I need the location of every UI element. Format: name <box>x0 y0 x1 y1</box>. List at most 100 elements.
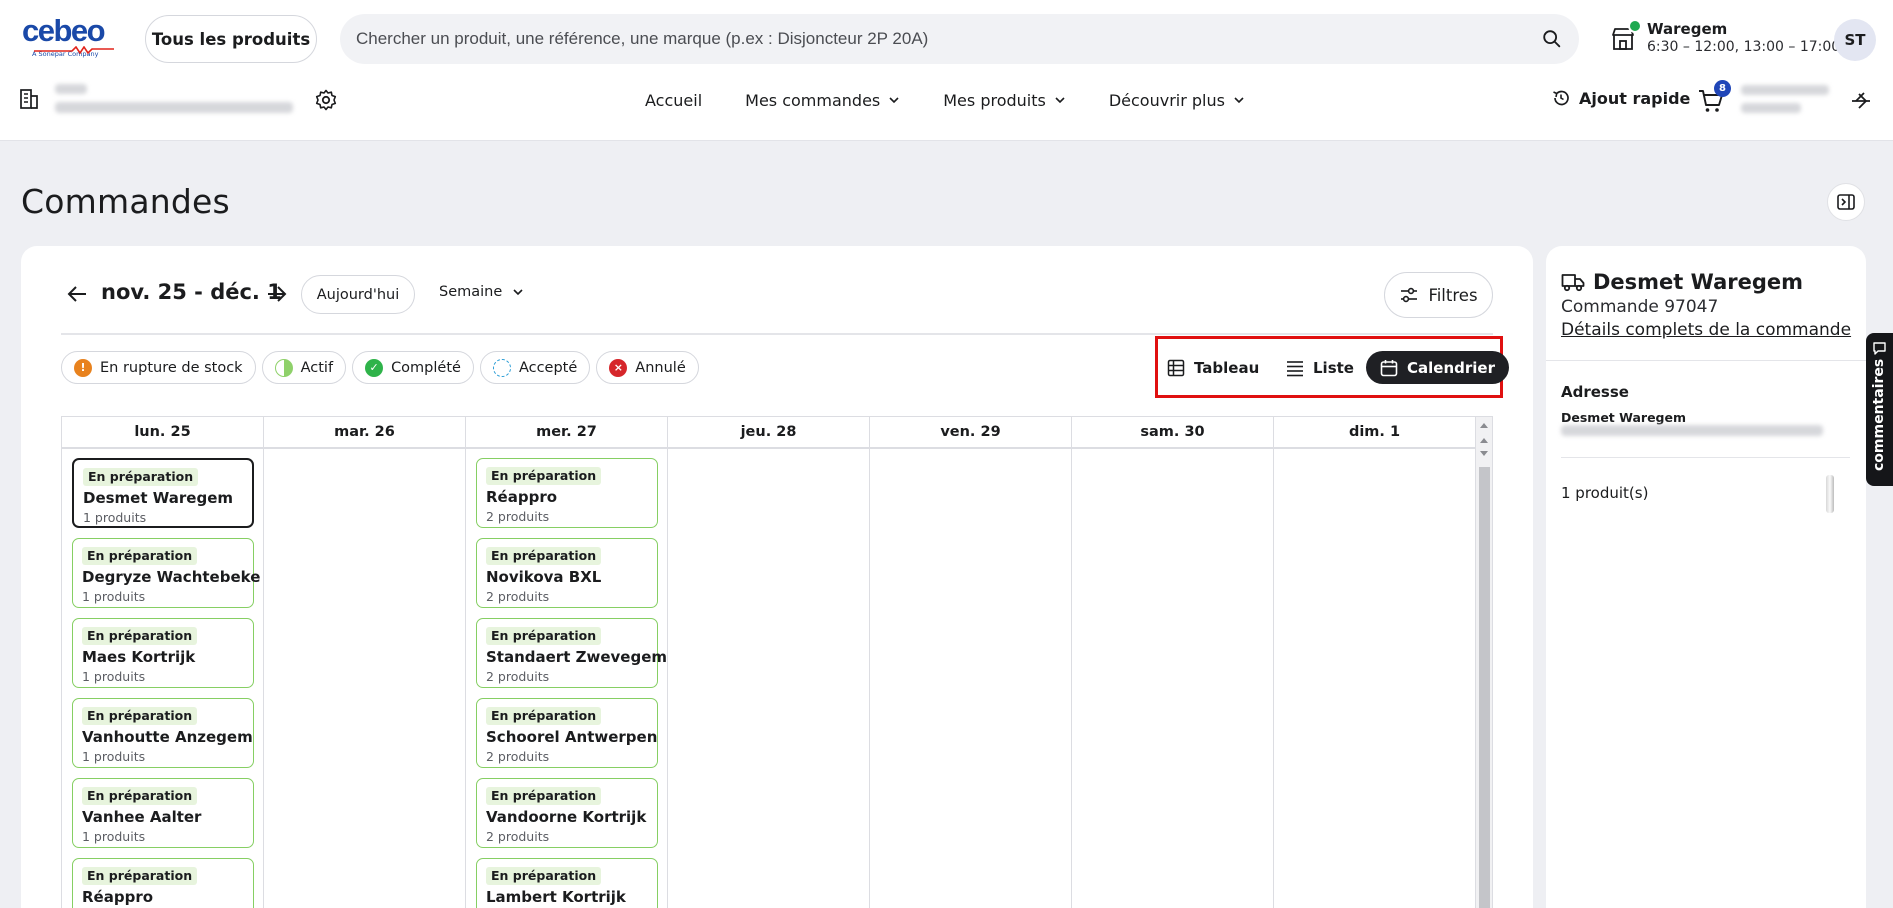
day-column[interactable] <box>870 449 1072 908</box>
legend-active[interactable]: Actif <box>261 351 347 384</box>
today-button[interactable]: Aujourd'hui <box>301 275 415 314</box>
nav-home[interactable]: Accueil <box>645 88 702 112</box>
order-card[interactable]: En préparation Réappro <box>72 858 254 908</box>
period-select-label: Semaine <box>439 284 503 300</box>
comments-tab[interactable]: commentaires <box>1866 333 1893 486</box>
quick-add-label: Ajout rapide <box>1579 88 1691 108</box>
warning-icon: ! <box>74 358 92 377</box>
order-card[interactable]: En préparation Vandoorne Kortrijk 2 produi… <box>476 778 658 848</box>
order-card[interactable]: En préparation Desmet Waregem 1 produits <box>72 458 254 528</box>
day-header: ven. 29 <box>870 417 1072 447</box>
nav-home-label: Accueil <box>645 90 703 110</box>
status-badge: En préparation <box>486 467 602 485</box>
side-panel-title-text: Desmet Waregem <box>1593 270 1803 294</box>
order-product-count: 2 produits <box>486 669 550 684</box>
panel-toggle-button[interactable] <box>1827 183 1865 221</box>
status-badge: En préparation <box>82 707 198 725</box>
day-header: mar. 26 <box>264 417 466 447</box>
order-detail-panel <box>1546 246 1866 908</box>
scroll-up-arrow-icon[interactable] <box>1480 423 1488 428</box>
order-customer-name: Réappro <box>486 488 558 506</box>
period-select[interactable]: Semaine <box>439 284 524 300</box>
cebeo-logo[interactable]: cebeo A Sonepar Company <box>22 15 118 62</box>
order-card[interactable]: En préparation Lambert Kortrijk <box>476 858 658 908</box>
day-header: mer. 27 <box>466 417 668 447</box>
search-bar[interactable] <box>340 14 1579 64</box>
status-badge: En préparation <box>82 867 198 885</box>
order-card[interactable]: En préparation Vanhee Aalter 1 produits <box>72 778 254 848</box>
side-divider <box>1561 457 1850 458</box>
store-hours: 6:30 – 12:00, 13:00 – 17:00 <box>1647 39 1841 55</box>
half-circle-icon <box>274 358 293 377</box>
sidebar-collapse-icon <box>1837 194 1855 210</box>
order-product-count: 1 produits <box>82 829 146 844</box>
view-table-button[interactable]: Tableau <box>1167 351 1259 384</box>
order-card[interactable]: En préparation Maes Kortrijk 1 produits <box>72 618 254 688</box>
order-customer-name: Maes Kortrijk <box>82 648 196 666</box>
scroll-thumb[interactable] <box>1479 467 1490 908</box>
order-card[interactable]: En préparation Schoorel Antwerpen 2 produi… <box>476 698 658 768</box>
order-product-count: 1 produits <box>82 669 146 684</box>
nav-my-orders[interactable]: Mes commandes <box>745 88 900 112</box>
order-card[interactable]: En préparation Vanhoutte Anzegem 1 produit… <box>72 698 254 768</box>
products-count[interactable]: 1 produit(s) <box>1561 484 1648 502</box>
main-navigation: Accueil Mes commandes Mes produits Décou… <box>645 88 1245 112</box>
product-thumbnail <box>1826 475 1834 513</box>
order-product-count: 1 produits <box>83 510 147 525</box>
calendar-day-header: lun. 25 mar. 26 mer. 27 jeu. 28 ven. 29 … <box>62 417 1476 449</box>
day-header: sam. 30 <box>1072 417 1274 447</box>
gear-icon[interactable] <box>314 88 338 112</box>
day-column[interactable]: En préparation Desmet Waregem 1 produits En… <box>62 449 264 908</box>
avatar[interactable]: ST <box>1834 19 1876 61</box>
day-column[interactable] <box>1072 449 1274 908</box>
status-badge: En préparation <box>486 627 602 645</box>
day-column[interactable] <box>668 449 870 908</box>
legend-out-of-stock[interactable]: ! En rupture de stock <box>61 351 256 384</box>
filters-button[interactable]: Filtres <box>1384 272 1493 318</box>
legend-accepted[interactable]: Accepté <box>479 351 591 384</box>
store-name: Waregem <box>1647 20 1728 38</box>
list-icon <box>1287 360 1303 376</box>
nav-discover-more[interactable]: Découvrir plus <box>1109 88 1245 112</box>
calendar-scrollbar[interactable] <box>1476 417 1492 908</box>
previous-week-arrow-icon[interactable] <box>65 282 89 306</box>
order-card[interactable]: En préparation Novikova BXL 2 produits <box>476 538 658 608</box>
order-card[interactable]: En préparation Réappro 2 produits <box>476 458 658 528</box>
order-customer-name: Vandoorne Kortrijk <box>486 808 647 826</box>
nav-my-products-label: Mes produits <box>943 90 1046 110</box>
legend-label: Actif <box>300 359 334 376</box>
legend-completed[interactable]: ✓ Complété <box>352 351 474 384</box>
order-customer-name: Vanhee Aalter <box>82 808 202 826</box>
address-line-redacted <box>1561 425 1823 436</box>
view-calendar-button[interactable]: Calendrier <box>1366 351 1509 384</box>
legend-cancelled[interactable]: × Annulé <box>596 351 699 384</box>
next-week-arrow-icon[interactable] <box>265 282 289 306</box>
day-column[interactable] <box>264 449 466 908</box>
all-products-button[interactable]: Tous les produits <box>145 15 317 63</box>
quick-add-button[interactable]: Ajout rapide <box>1551 88 1690 108</box>
table-icon <box>1167 359 1185 376</box>
day-column[interactable] <box>1274 449 1476 908</box>
address-label: Adresse <box>1561 383 1629 401</box>
scroll-down-arrow-icon[interactable] <box>1480 451 1488 456</box>
order-details-link[interactable]: Détails complets de la commande <box>1561 320 1851 340</box>
collapse-arrows-icon[interactable] <box>1849 89 1873 113</box>
filters-label: Filtres <box>1428 285 1478 305</box>
scroll-up-arrow-icon[interactable] <box>1480 438 1488 443</box>
order-customer-name: Desmet Waregem <box>83 489 233 507</box>
order-product-count: 2 produits <box>486 509 550 524</box>
store-open-check-icon <box>1628 19 1642 33</box>
building-icon[interactable] <box>18 88 40 110</box>
status-badge: En préparation <box>82 627 198 645</box>
store-selector[interactable]: Waregem 6:30 – 12:00, 13:00 – 17:00 <box>1610 19 1840 60</box>
order-product-count: 1 produits <box>82 589 146 604</box>
status-badge: En préparation <box>486 867 602 885</box>
search-icon[interactable] <box>1541 28 1563 50</box>
order-card[interactable]: En préparation Degryze Wachtebeke 1 produi… <box>72 538 260 608</box>
address-name: Desmet Waregem <box>1561 410 1686 425</box>
order-card[interactable]: En préparation Standaert Zwevegem 2 produi… <box>476 618 667 688</box>
search-input[interactable] <box>356 14 1516 64</box>
day-column[interactable]: En préparation Réappro 2 produits En prépar… <box>466 449 668 908</box>
nav-my-products[interactable]: Mes produits <box>943 88 1066 112</box>
view-list-button[interactable]: Liste <box>1286 351 1354 384</box>
